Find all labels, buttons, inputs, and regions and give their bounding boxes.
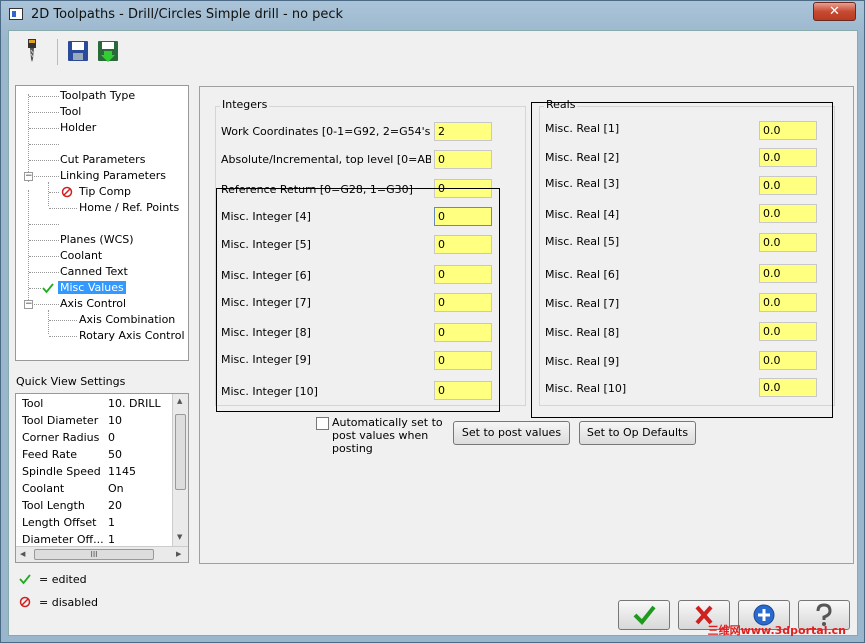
tree-collapse-axis-control[interactable]: − <box>24 300 33 309</box>
tree-item-linking-parameters[interactable]: Linking Parameters <box>60 168 166 183</box>
int-label-1: Work Coordinates [0-1=G92, 2=G54's] <box>221 125 431 138</box>
dialog-client-area: Toolpath Type Tool Holder Cut Parameters… <box>8 30 858 636</box>
tree-item-axis-combination[interactable]: Axis Combination <box>79 312 175 327</box>
quick-view-row: Tool Length 20 <box>22 499 122 512</box>
scroll-down-icon[interactable]: ▼ <box>177 533 182 541</box>
main-window: 2D Toolpaths - Drill/Circles Simple dril… <box>0 0 865 643</box>
misc-values-panel: Integers Work Coordinates [0-1=G92, 2=G5… <box>199 86 854 564</box>
scroll-right-icon[interactable]: ▶ <box>176 550 181 558</box>
int-input-1[interactable] <box>434 122 492 141</box>
tree-item-coolant[interactable]: Coolant <box>60 248 102 263</box>
auto-set-checkbox[interactable] <box>316 417 329 430</box>
annotation-box-reals <box>531 102 833 418</box>
tree-item-holder[interactable]: Holder <box>60 120 96 135</box>
ok-check-icon <box>633 605 656 625</box>
quick-view-label: Quick View Settings <box>16 375 126 388</box>
integers-title: Integers <box>220 98 270 111</box>
set-post-values-button[interactable]: Set to post values <box>453 421 570 445</box>
tree-item-toolpath-type[interactable]: Toolpath Type <box>60 88 135 103</box>
window-title: 2D Toolpaths - Drill/Circles Simple dril… <box>31 7 344 22</box>
quick-view-row: Length Offset 1 <box>22 516 115 529</box>
quick-view-list[interactable]: Tool 10. DRILL Tool Diameter 10 Corner Rad… <box>15 393 189 563</box>
title-bar[interactable]: 2D Toolpaths - Drill/Circles Simple dril… <box>1 1 864 29</box>
close-button[interactable]: ✕ <box>813 2 856 21</box>
annotation-box-integers <box>216 188 500 412</box>
scroll-left-icon[interactable]: ◀ <box>20 550 25 558</box>
set-op-defaults-button[interactable]: Set to Op Defaults <box>579 421 696 445</box>
watermark: 三维网www.3dportal.cn <box>707 624 846 637</box>
scroll-up-icon[interactable]: ▲ <box>177 397 182 405</box>
app-icon <box>9 8 23 20</box>
save-load-icon[interactable] <box>95 37 121 65</box>
disabled-icon <box>61 186 73 198</box>
tree-item-tool[interactable]: Tool <box>60 104 81 119</box>
edited-check-icon <box>19 573 31 585</box>
quick-view-row: Feed Rate 50 <box>22 448 122 461</box>
int-label-2: Absolute/Incremental, top level [0=ABS, … <box>221 153 431 166</box>
quick-view-hscroll[interactable]: ◀ III ▶ <box>16 546 188 562</box>
tree-item-axis-control[interactable]: Axis Control <box>60 296 126 311</box>
disabled-icon <box>19 596 31 608</box>
auto-set-label: Automatically set to post values when po… <box>332 416 443 455</box>
int-input-2[interactable] <box>434 150 492 169</box>
operation-tree: Toolpath Type Tool Holder Cut Parameters… <box>15 85 189 361</box>
quick-view-row: Spindle Speed 1145 <box>22 465 136 478</box>
tree-item-home-ref-points[interactable]: Home / Ref. Points <box>79 200 179 215</box>
quick-view-row: Tool Diameter 10 <box>22 414 122 427</box>
tree-item-planes-wcs[interactable]: Planes (WCS) <box>60 232 134 247</box>
vscroll-thumb[interactable] <box>175 414 186 490</box>
hscroll-thumb[interactable]: III <box>34 549 154 560</box>
edited-check-icon <box>42 282 54 294</box>
tree-item-canned-text[interactable]: Canned Text <box>60 264 128 279</box>
ok-button[interactable] <box>618 600 670 630</box>
quick-view-vscroll[interactable]: ▲ ▼ <box>172 394 188 546</box>
quick-view-row: Corner Radius 0 <box>22 431 115 444</box>
quick-view-row: Coolant On <box>22 482 124 495</box>
quick-view-row: Tool 10. DRILL <box>22 397 161 410</box>
tree-item-cut-parameters[interactable]: Cut Parameters <box>60 152 145 167</box>
toolbar-separator <box>57 39 58 65</box>
tree-item-misc-values[interactable]: Misc Values <box>58 280 126 295</box>
tree-collapse-linking[interactable]: − <box>24 172 33 181</box>
save-icon[interactable] <box>65 37 91 65</box>
tree-item-rotary-axis-control[interactable]: Rotary Axis Control <box>79 328 185 343</box>
tree-item-tip-comp[interactable]: Tip Comp <box>79 184 131 199</box>
drill-tool-icon[interactable] <box>19 37 45 65</box>
